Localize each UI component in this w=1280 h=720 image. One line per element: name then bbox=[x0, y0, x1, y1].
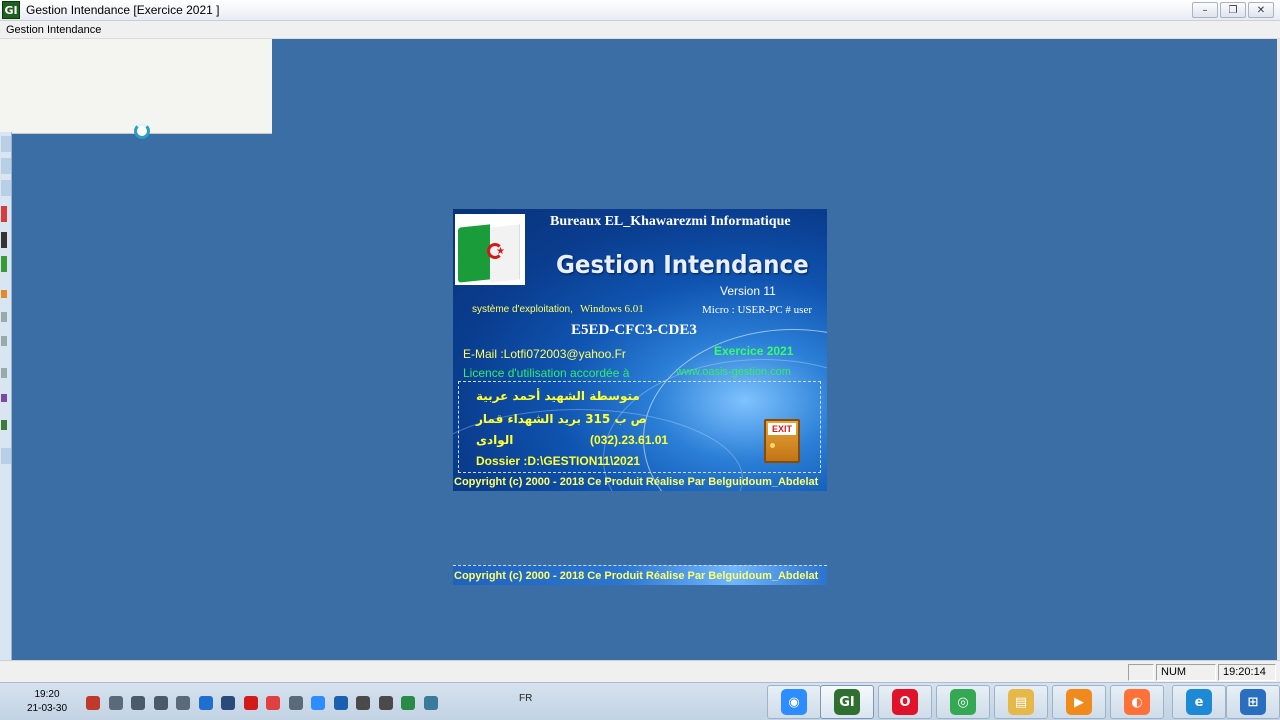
left-tool-5-icon[interactable] bbox=[1, 232, 7, 248]
security-icon[interactable] bbox=[401, 696, 415, 710]
ccleaner-icon[interactable] bbox=[423, 696, 438, 710]
clock-date: 21-03-30 bbox=[26, 703, 68, 714]
door-knob-icon bbox=[770, 443, 775, 448]
monitor-icon[interactable] bbox=[221, 696, 235, 710]
taskbar-gestion-intendance-button[interactable]: GI bbox=[820, 685, 874, 719]
taskbar: 19:20 21-03-30 FR ◉ GI O ◎ ▤ ▶ ◐ e ⊞ bbox=[0, 682, 1280, 720]
left-tool-3-icon[interactable] bbox=[1, 180, 11, 196]
bluetooth-icon[interactable] bbox=[333, 696, 348, 710]
company-name: Bureaux EL_Khawarezmi Informatique bbox=[550, 214, 791, 229]
teamviewer-icon[interactable] bbox=[198, 696, 213, 710]
taskbar-clock[interactable]: 19:20 21-03-30 bbox=[22, 688, 72, 716]
left-tool-11-icon[interactable] bbox=[1, 394, 7, 402]
email-label: E-Mail :Lotfi072003@yahoo.Fr bbox=[463, 347, 626, 361]
taskbar-zoom-button[interactable]: ◉ bbox=[767, 685, 821, 719]
language-indicator[interactable]: FR bbox=[519, 693, 532, 704]
copyright-strip: Copyright (c) 2000 - 2018 Ce Produit Réa… bbox=[453, 565, 827, 585]
restore-button[interactable]: ❐ bbox=[1220, 2, 1246, 18]
scissors-icon[interactable] bbox=[356, 696, 370, 710]
left-tool-2-icon[interactable] bbox=[1, 158, 11, 174]
title-bar: GI Gestion Intendance [Exercice 2021 ] –… bbox=[0, 0, 1280, 21]
gestion-intendance-icon: GI bbox=[834, 689, 860, 715]
taskbar-media-player-button[interactable]: ▶ bbox=[1052, 685, 1106, 719]
restore-icon: ❐ bbox=[1228, 4, 1238, 16]
taskbar-file-explorer-button[interactable]: ▤ bbox=[994, 685, 1048, 719]
status-bar: NUM 19:20:14 bbox=[0, 660, 1280, 682]
product-title: Gestion Intendance bbox=[556, 250, 809, 279]
algeria-flag-icon: ★ bbox=[455, 214, 525, 285]
window-controls: – ❐ ✕ bbox=[1192, 2, 1274, 18]
left-toolbar bbox=[0, 132, 12, 660]
media-player-icon: ▶ bbox=[1066, 689, 1092, 715]
exercice-label: Exercice 2021 bbox=[714, 344, 794, 358]
left-tool-13-icon[interactable] bbox=[1, 448, 11, 464]
taskbar-internet-explorer-button[interactable]: e bbox=[1172, 685, 1226, 719]
left-tool-9-icon[interactable] bbox=[1, 336, 7, 346]
serial-number: E5ED-CFC3-CDE3 bbox=[571, 322, 697, 338]
minimize-icon: – bbox=[1202, 4, 1208, 16]
school-address: ص ب 315 بريد الشهداء قمار bbox=[476, 412, 647, 426]
anydesk-icon[interactable] bbox=[266, 696, 280, 710]
left-tool-1-icon[interactable] bbox=[1, 136, 11, 152]
window-title: Gestion Intendance [Exercice 2021 ] bbox=[26, 3, 220, 17]
os-label: système d'exploitation, bbox=[472, 304, 573, 315]
left-tool-7-icon[interactable] bbox=[1, 290, 7, 298]
status-pane-empty bbox=[1128, 664, 1154, 681]
left-tool-6-icon[interactable] bbox=[1, 256, 7, 272]
clock-time: 19:20 bbox=[34, 689, 60, 700]
version-label: Version 11 bbox=[720, 284, 776, 298]
close-button[interactable]: ✕ bbox=[1248, 2, 1274, 18]
close-icon: ✕ bbox=[1256, 4, 1266, 16]
os-value: Windows 6.01 bbox=[580, 303, 644, 315]
printer2-icon[interactable] bbox=[378, 696, 393, 710]
exit-button[interactable]: EXIT bbox=[764, 419, 800, 463]
micro-label: Micro : USER-PC # user bbox=[702, 304, 812, 316]
taskbar-firefox-button[interactable]: ◐ bbox=[1110, 685, 1164, 719]
file-explorer-icon: ▤ bbox=[1008, 689, 1034, 715]
chrome-icon: ◎ bbox=[950, 689, 976, 715]
app-icon[interactable]: GI bbox=[2, 1, 20, 19]
blank-panel bbox=[0, 39, 272, 134]
opera-tray-icon[interactable] bbox=[243, 696, 258, 710]
network-icon[interactable] bbox=[108, 696, 123, 710]
taskbar-start-button[interactable]: ⊞ bbox=[1226, 685, 1280, 719]
opera-icon: O bbox=[892, 689, 918, 715]
website-label: www.oasis-gestion.com bbox=[676, 366, 791, 378]
status-time: 19:20:14 bbox=[1218, 664, 1276, 681]
school-city: الوادى bbox=[476, 433, 514, 447]
menu-bar: Gestion Intendance bbox=[0, 21, 1280, 39]
copyright-text: Copyright (c) 2000 - 2018 Ce Produit Réa… bbox=[454, 476, 819, 488]
licence-label: Licence d'utilisation accordée à bbox=[463, 366, 630, 380]
exit-label: EXIT bbox=[768, 423, 796, 435]
taskbar-chrome-button[interactable]: ◎ bbox=[936, 685, 990, 719]
left-tool-8-icon[interactable] bbox=[1, 312, 7, 322]
zoom-tray-icon[interactable] bbox=[311, 696, 325, 710]
start-icon: ⊞ bbox=[1240, 689, 1266, 715]
dossier-path: Dossier :D:\GESTION11\2021 bbox=[476, 454, 641, 468]
menu-gestion-intendance[interactable]: Gestion Intendance bbox=[0, 24, 107, 36]
internet-explorer-icon: e bbox=[1186, 689, 1212, 715]
left-tool-12-icon[interactable] bbox=[1, 420, 7, 430]
usb-icon[interactable] bbox=[288, 696, 303, 710]
volume-icon[interactable] bbox=[131, 696, 145, 710]
school-name: متوسطة الشهيد أحمد عربية bbox=[476, 389, 640, 403]
signal-icon[interactable] bbox=[153, 696, 168, 710]
status-num: NUM bbox=[1156, 664, 1216, 681]
splash-screen: ★ Bureaux EL_Khawarezmi Informatique Ges… bbox=[453, 209, 827, 491]
loading-spinner-icon bbox=[134, 123, 150, 139]
left-tool-10-icon[interactable] bbox=[1, 368, 7, 378]
zoom-icon: ◉ bbox=[781, 689, 807, 715]
school-phone: (032).23.61.01 bbox=[590, 433, 669, 447]
taskbar-opera-button[interactable]: O bbox=[878, 685, 932, 719]
left-tool-4-icon[interactable] bbox=[1, 206, 7, 222]
printer-icon[interactable] bbox=[176, 696, 190, 710]
tool-icon[interactable] bbox=[86, 696, 100, 710]
copyright-strip-text: Copyright (c) 2000 - 2018 Ce Produit Réa… bbox=[454, 570, 819, 582]
minimize-button[interactable]: – bbox=[1192, 2, 1218, 18]
firefox-icon: ◐ bbox=[1124, 689, 1150, 715]
